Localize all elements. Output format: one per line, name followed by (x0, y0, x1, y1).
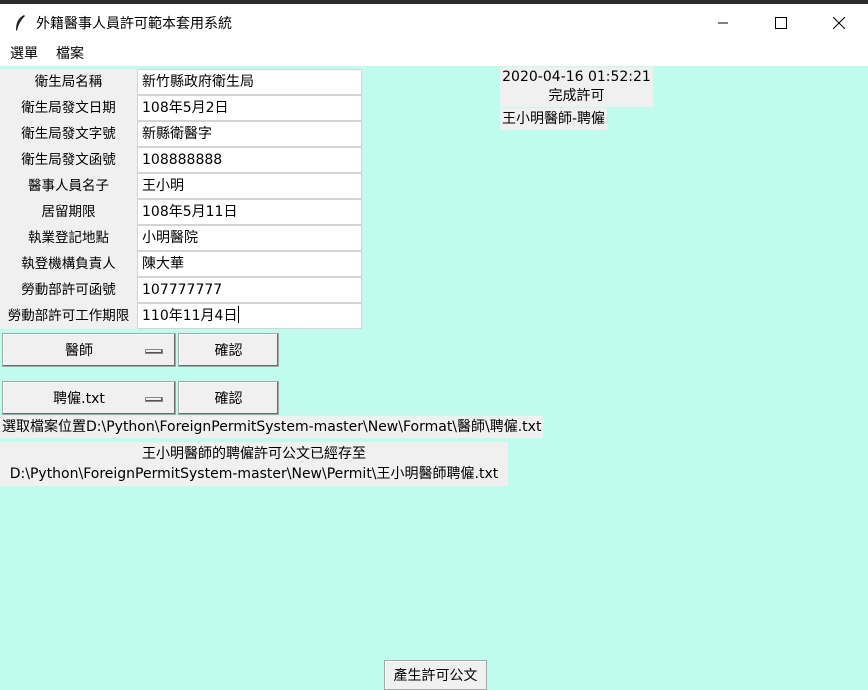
label-issue-date: 衛生局發文日期 (0, 95, 137, 121)
status-done: 完成許可 (548, 88, 605, 104)
window-title: 外籍醫事人員許可範本套用系統 (36, 16, 232, 32)
feather-icon (12, 13, 28, 33)
field-issue-number[interactable]: 108888888 (137, 147, 362, 173)
file-location-message: 選取檔案位置D:\Python\ForeignPermitSystem-mast… (0, 416, 544, 438)
field-health-bureau-name[interactable]: 新竹縣政府衛生局 (137, 69, 362, 95)
label-staff-name: 醫事人員名子 (0, 173, 137, 199)
label-issue-word: 衛生局發文字號 (0, 121, 137, 147)
field-labor-permit-number[interactable]: 107777777 (137, 277, 362, 303)
label-labor-permit-number: 勞動部許可函號 (0, 277, 137, 303)
saved-message: 王小明醫師的聘僱許可公文已經存至 D:\Python\ForeignPermit… (0, 442, 508, 486)
field-staff-name[interactable]: 王小明 (137, 173, 362, 199)
field-issue-date[interactable]: 108年5月2日 (137, 95, 362, 121)
status-doc-name: 王小明醫師-聘僱 (500, 108, 608, 130)
field-labor-permit-period[interactable]: 110年11月4日 (137, 303, 362, 329)
field-practice-location[interactable]: 小明醫院 (137, 225, 362, 251)
label-labor-permit-period: 勞動部許可工作期限 (0, 303, 137, 329)
menu-select[interactable]: 選單 (2, 42, 46, 66)
dropdown-indicator-icon (145, 349, 163, 354)
label-residence-deadline: 居留期限 (0, 199, 137, 225)
generate-permit-button[interactable]: 產生許可公文 (384, 660, 487, 690)
field-institution-head[interactable]: 陳大華 (137, 251, 362, 277)
maximize-button[interactable] (752, 4, 810, 42)
confirm-template-button[interactable]: 確認 (178, 381, 279, 415)
template-select[interactable]: 聘僱.txt (2, 381, 176, 415)
confirm-profession-button[interactable]: 確認 (178, 333, 279, 367)
label-practice-location: 執業登記地點 (0, 225, 137, 251)
label-institution-head: 執登機構負責人 (0, 251, 137, 277)
close-button[interactable] (810, 4, 868, 42)
close-icon (833, 17, 845, 29)
minimize-icon (718, 22, 728, 24)
title-bar: 外籍醫事人員許可範本套用系統 (0, 4, 868, 42)
status-datetime: 2020-04-16 01:52:21 (502, 69, 651, 85)
maximize-icon (775, 17, 787, 29)
field-issue-word[interactable]: 新縣衛醫字 (137, 121, 362, 147)
text-caret (238, 306, 240, 323)
field-residence-deadline[interactable]: 108年5月11日 (137, 199, 362, 225)
label-issue-number: 衛生局發文函號 (0, 147, 137, 173)
saved-message-line1: 王小明醫師的聘僱許可公文已經存至 (142, 446, 366, 462)
label-health-bureau-name: 衛生局名稱 (0, 69, 137, 95)
profession-select[interactable]: 醫師 (2, 333, 176, 367)
minimize-button[interactable] (694, 4, 752, 42)
menu-bar: 選單 檔案 (0, 42, 868, 66)
saved-message-line2: D:\Python\ForeignPermitSystem-master\New… (9, 466, 499, 482)
menu-file[interactable]: 檔案 (48, 42, 92, 66)
status-panel: 2020-04-16 01:52:21 完成許可 (500, 67, 653, 107)
dropdown-indicator-icon (145, 397, 163, 402)
window-controls (694, 4, 868, 42)
labor-permit-period-value: 110年11月4日 (142, 308, 238, 324)
